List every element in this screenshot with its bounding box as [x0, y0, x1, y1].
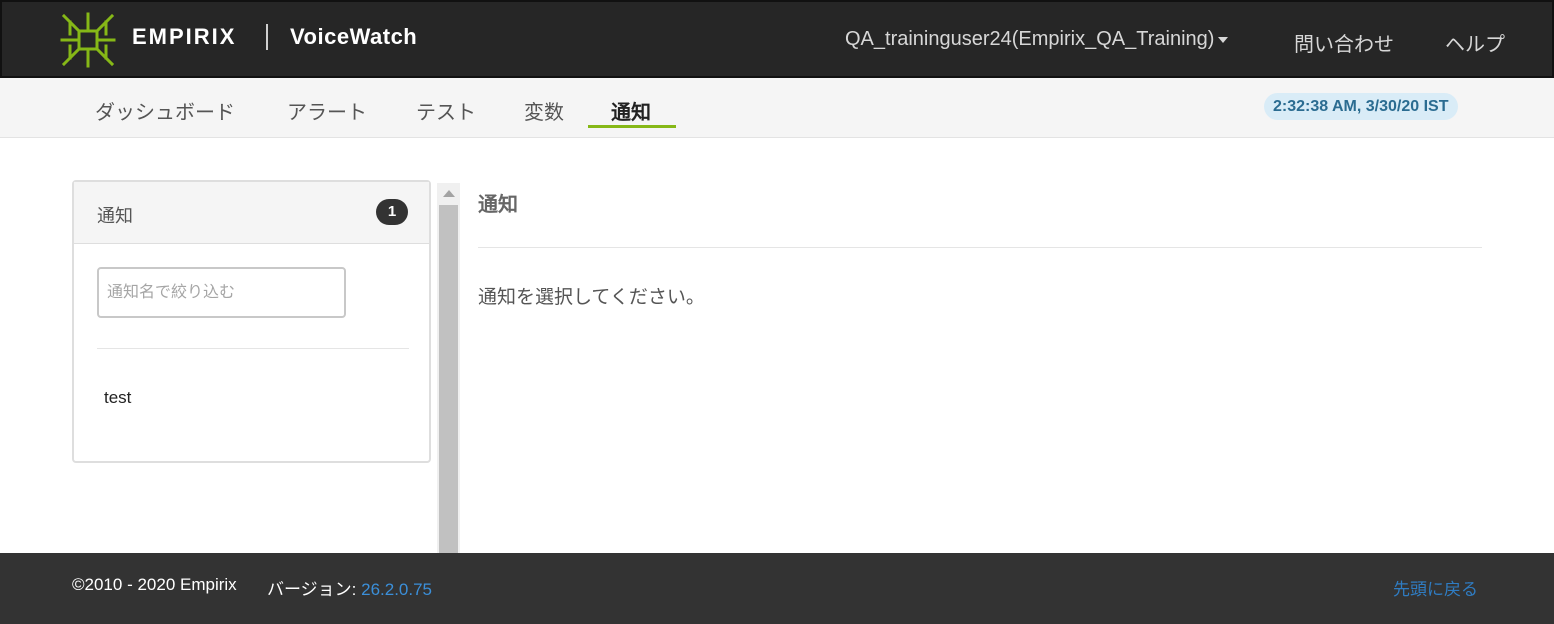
empty-state-message: 通知を選択してください。: [478, 287, 705, 308]
panel-header: 通知 1: [74, 182, 429, 244]
caret-down-icon: [1218, 36, 1229, 43]
product-name: VoiceWatch: [290, 24, 418, 49]
empirix-logo-icon: [60, 12, 116, 68]
content-divider: [478, 247, 1482, 248]
top-header: EMPIRIX VoiceWatch QA_traininguser24(Emp…: [0, 0, 1554, 78]
version-label: バージョン:: [267, 580, 362, 599]
scroll-up-arrow-icon[interactable]: [437, 183, 460, 203]
brand-separator: [266, 24, 268, 50]
brand-name: EMPIRIX: [132, 24, 237, 49]
version-info: バージョン: 26.2.0.75: [267, 575, 432, 600]
sidebar-scrollbar[interactable]: [437, 183, 460, 553]
main-nav: ダッシュボード アラート テスト 変数 通知 2:32:38 AM, 3/30/…: [0, 78, 1554, 138]
tab-dashboard[interactable]: ダッシュボード: [95, 96, 235, 125]
notification-list-item[interactable]: test: [104, 388, 131, 408]
content-title: 通知: [478, 194, 518, 216]
panel-title: 通知: [97, 206, 133, 226]
notification-count-badge: 1: [376, 199, 408, 225]
tab-alerts[interactable]: アラート: [287, 96, 367, 125]
contact-link[interactable]: 問い合わせ: [1294, 28, 1394, 57]
version-link[interactable]: 26.2.0.75: [361, 580, 432, 599]
tab-tests[interactable]: テスト: [416, 96, 476, 125]
notification-list-panel: 通知 1 test: [72, 180, 431, 463]
notification-filter-input[interactable]: [97, 267, 346, 318]
scroll-thumb[interactable]: [439, 205, 458, 553]
clock-badge: 2:32:38 AM, 3/30/20 IST: [1264, 93, 1458, 120]
active-tab-indicator: [588, 125, 676, 128]
tab-notifications[interactable]: 通知: [611, 96, 651, 125]
user-name: QA_traininguser24(Empirix_QA_Training): [845, 28, 1215, 50]
divider: [97, 348, 409, 349]
back-to-top-link[interactable]: 先頭に戻る: [1393, 575, 1478, 600]
tab-variables[interactable]: 変数: [524, 96, 564, 125]
copyright-text: ©2010 - 2020 Empirix: [72, 575, 237, 594]
user-menu[interactable]: QA_traininguser24(Empirix_QA_Training): [845, 28, 1229, 51]
page-footer: ©2010 - 2020 Empirix バージョン: 26.2.0.75 先頭…: [0, 553, 1554, 624]
help-link[interactable]: ヘルプ: [1445, 28, 1505, 57]
